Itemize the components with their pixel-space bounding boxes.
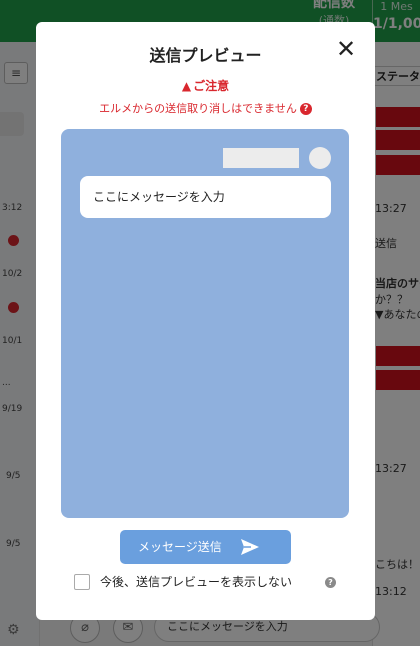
send-preview-modal: 送信プレビュー ✕ ▲ ご注意 エルメからの送信取り消しはできません? ここにメッ…	[36, 22, 375, 620]
warning-note-text: エルメからの送信取り消しはできません	[99, 102, 297, 115]
close-icon[interactable]: ✕	[334, 37, 358, 62]
paper-plane-icon	[241, 539, 259, 555]
avatar	[309, 147, 331, 169]
sender-name-placeholder	[223, 148, 299, 168]
warning-icon: ▲	[181, 79, 192, 93]
warning-heading: ▲ ご注意	[36, 77, 375, 94]
hide-preview-label: 今後、送信プレビューを表示しない	[100, 575, 293, 589]
warning-title: ご注意	[193, 79, 230, 93]
preview-message-bubble: ここにメッセージを入力	[80, 176, 331, 218]
warning-note: エルメからの送信取り消しはできません?	[36, 100, 375, 116]
hide-preview-checkbox[interactable]	[74, 574, 90, 590]
message-preview-area: ここにメッセージを入力	[61, 129, 349, 518]
help-icon[interactable]: ?	[325, 577, 336, 588]
modal-title: 送信プレビュー	[149, 46, 262, 65]
hide-preview-option[interactable]: 今後、送信プレビューを表示しない	[74, 573, 344, 593]
help-icon[interactable]: ?	[299, 103, 312, 115]
send-button-label: メッセージ送信	[138, 540, 222, 554]
send-message-button[interactable]: メッセージ送信	[120, 530, 291, 564]
